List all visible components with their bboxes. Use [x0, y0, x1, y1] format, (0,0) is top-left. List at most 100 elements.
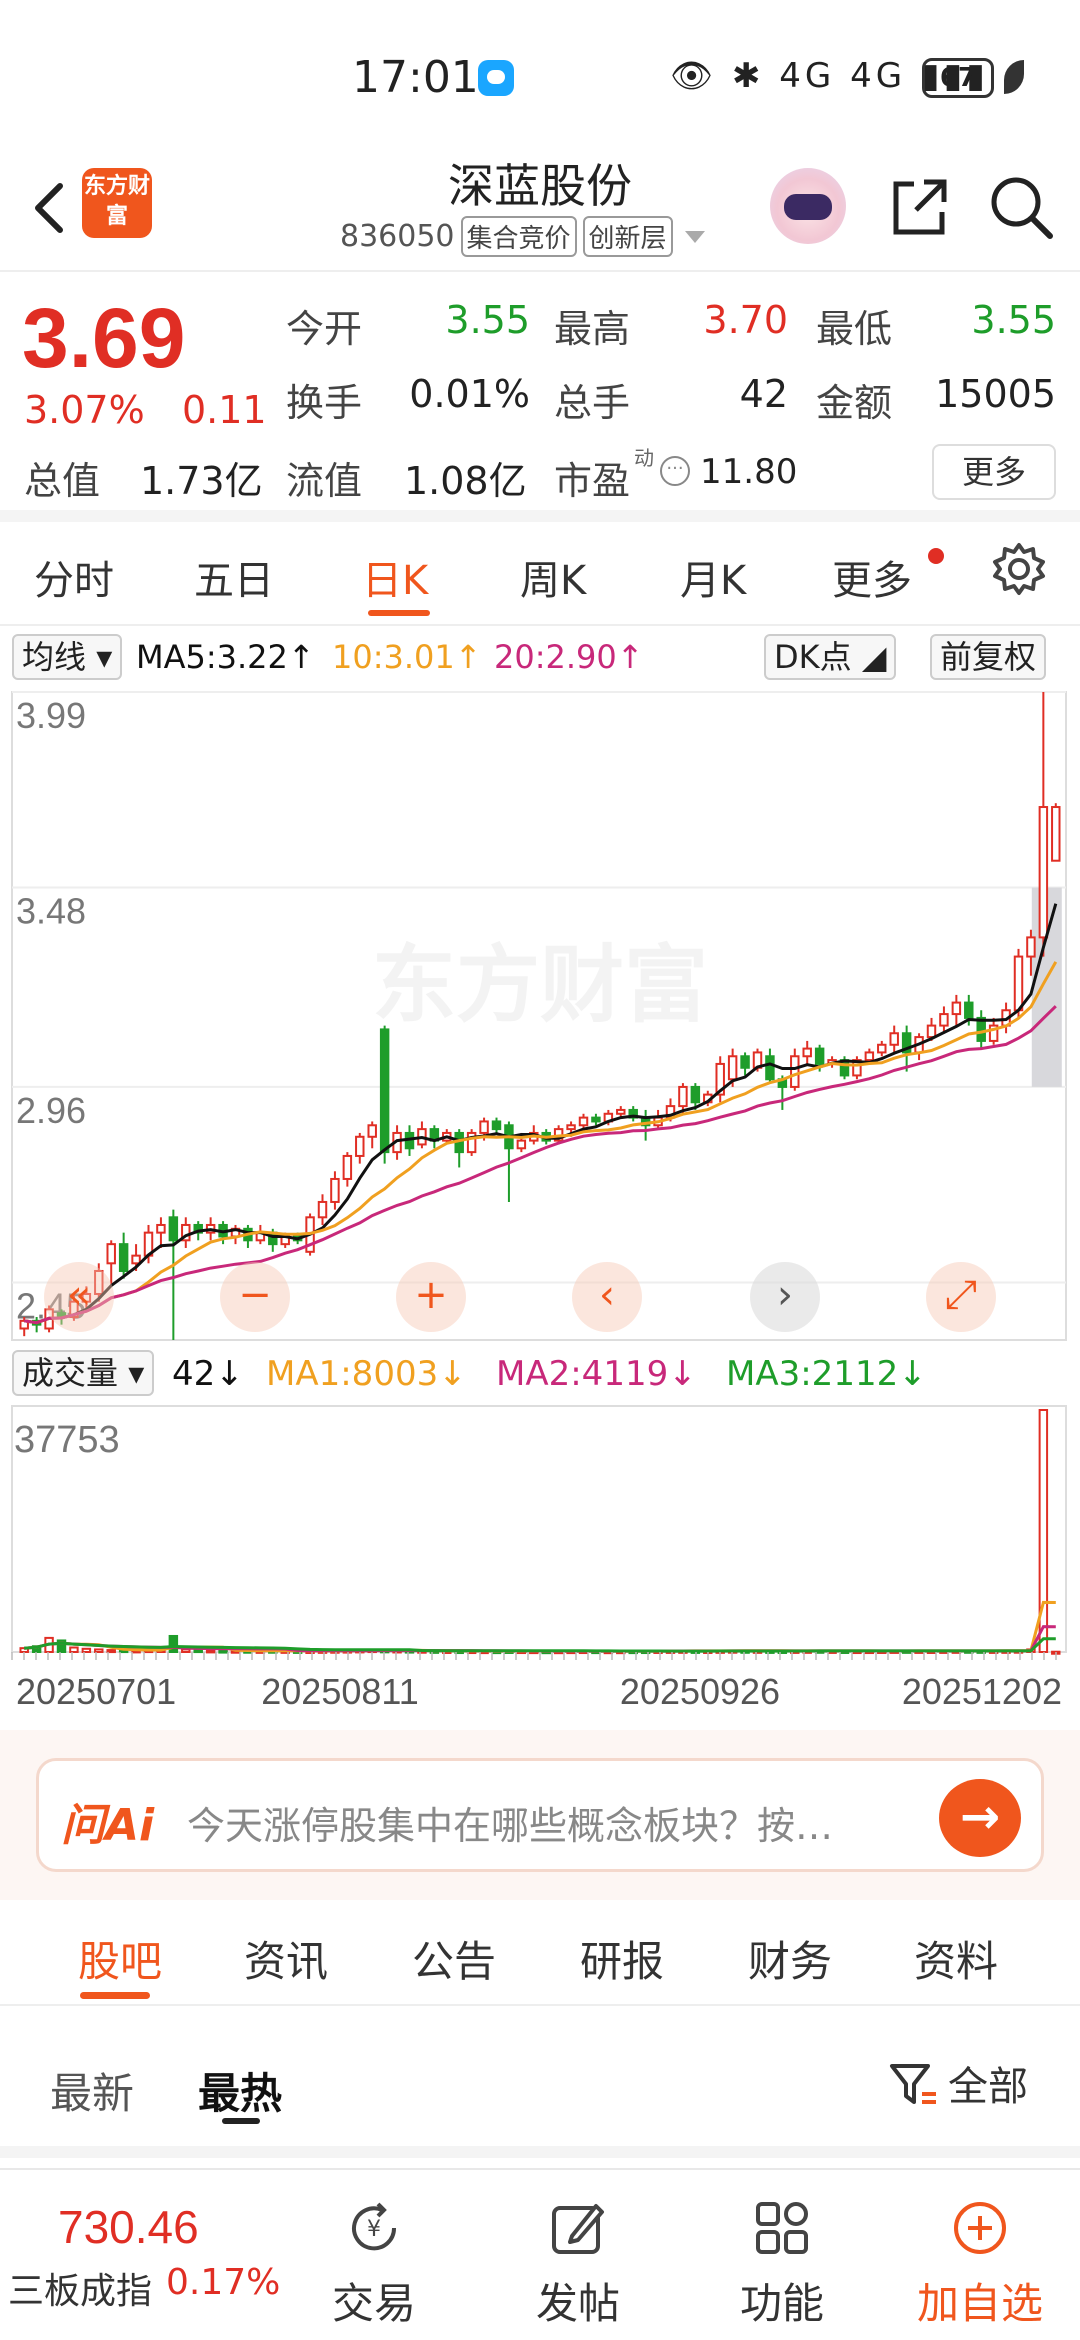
kline-chart[interactable]: 3.993.482.962.45东方财富: [0, 684, 1080, 1344]
candle-body: [740, 1055, 750, 1069]
volume-bar: [218, 1649, 228, 1654]
tab-finance[interactable]: 财务: [748, 1928, 832, 1989]
float-value-label: 流值: [286, 459, 363, 503]
scroll-left-fast-button[interactable]: «: [44, 1262, 114, 1332]
zoom-out-button[interactable]: −: [220, 1262, 290, 1332]
more-quote-button[interactable]: 更多: [932, 444, 1056, 500]
candle-body: [802, 1047, 812, 1058]
index-change: 0.17%: [166, 2262, 281, 2303]
scroll-left-button[interactable]: ‹: [572, 1262, 642, 1332]
volume-bar: [181, 1648, 191, 1653]
tab-weekly-k[interactable]: 周K: [520, 548, 586, 606]
candle-body: [727, 1055, 738, 1081]
volume-bar: [205, 1649, 216, 1654]
candle-body: [951, 1001, 962, 1016]
post-button[interactable]: 发帖: [508, 2170, 648, 2340]
quote-label: 总手: [554, 381, 631, 425]
volume-bar: [81, 1647, 92, 1653]
candle-body: [566, 1124, 576, 1131]
vol-ma1: MA1:8003↓: [266, 1354, 467, 1394]
adjust-button[interactable]: 前复权: [930, 634, 1047, 680]
change-percent: 3.07%: [24, 388, 145, 432]
ma-indicator-row: 均线 ▾ MA5:3.22↑ 10:3.01↑ 20:2.90↑ DK点 ◢ 前…: [0, 632, 1080, 684]
search-icon[interactable]: [986, 172, 1056, 242]
add-watchlist-label: 加自选: [916, 2279, 1043, 2328]
candle-body: [864, 1051, 875, 1062]
functions-button[interactable]: 功能: [712, 2170, 852, 2340]
candle-body: [156, 1223, 166, 1234]
quote-label: 最低: [816, 307, 893, 351]
candle-body: [342, 1154, 353, 1180]
share-icon[interactable]: [884, 172, 954, 242]
quote-label: 今开: [286, 307, 363, 351]
candle-body: [1026, 936, 1036, 958]
tab-news[interactable]: 资讯: [244, 1928, 328, 1989]
trade-button[interactable]: ¥ 交易: [304, 2170, 444, 2340]
index-name[interactable]: 三板成指: [8, 2262, 152, 2314]
candle-body: [118, 1243, 129, 1272]
x-tick-label: 20250701: [16, 1671, 176, 1710]
ai-question-bar[interactable]: 问Ai 今天涨停股集中在哪些概念板块？按… →: [36, 1758, 1044, 1872]
candle-body: [330, 1177, 340, 1203]
volume-max-label: 37753: [14, 1419, 120, 1461]
info-dots-icon[interactable]: ···: [660, 456, 690, 486]
ai-assistant-avatar[interactable]: [770, 168, 846, 244]
scroll-right-button[interactable]: ›: [750, 1262, 820, 1332]
ma10-value: 10:3.01↑: [332, 638, 482, 676]
candle-body: [1013, 955, 1024, 1012]
sort-hottest[interactable]: 最热: [198, 2060, 282, 2121]
leaf-icon: [1004, 60, 1024, 94]
stock-header: 东方财富 深蓝股份 836050 集合竞价 创新层: [0, 150, 1080, 272]
index-value[interactable]: 730.46: [58, 2200, 199, 2254]
candle-body: [379, 1028, 390, 1154]
candle-body: [168, 1216, 179, 1242]
stock-code-row[interactable]: 836050 集合竞价 创新层: [340, 216, 705, 257]
bottom-toolbar: 730.46 三板成指 0.17% ¥ 交易 发帖 功能 加自选: [0, 2168, 1080, 2340]
sort-latest[interactable]: 最新: [50, 2060, 134, 2121]
yen-cycle-icon: ¥: [352, 2202, 397, 2251]
battery-icon: 67: [922, 58, 994, 98]
active-tab-indicator: [368, 610, 430, 616]
tab-five-day[interactable]: 五日: [194, 548, 274, 606]
tab-intraday[interactable]: 分时: [34, 548, 114, 606]
tag-layer: 创新层: [582, 216, 673, 257]
active-content-tab-indicator: [80, 1992, 150, 1999]
candle-body: [106, 1243, 116, 1265]
candle-body: [367, 1124, 377, 1138]
tab-more[interactable]: 更多: [832, 548, 912, 606]
change-amount: 0.11: [182, 388, 267, 432]
indicator-type-button[interactable]: 均线 ▾: [12, 634, 123, 680]
ai-placeholder: 今天涨停股集中在哪些概念板块？按…: [187, 1804, 834, 1848]
edit-icon: [552, 2204, 604, 2254]
add-watchlist-button[interactable]: 加自选: [910, 2170, 1050, 2340]
message-notification-icon: [478, 60, 514, 96]
functions-label: 功能: [739, 2279, 824, 2328]
tab-daily-k[interactable]: 日K: [362, 548, 428, 606]
dk-point-button[interactable]: DK点 ◢: [764, 634, 897, 680]
filter-label[interactable]: 全部: [948, 2054, 1028, 2112]
chart-period-tabs: 分时 五日 日K 周K 月K 更多: [0, 522, 1080, 626]
candle-body: [765, 1055, 775, 1081]
candle-body: [131, 1254, 141, 1265]
tab-research[interactable]: 研报: [580, 1928, 664, 1989]
quote-value: 42: [739, 372, 788, 416]
volume-type-button[interactable]: 成交量 ▾: [12, 1350, 155, 1396]
tab-guba[interactable]: 股吧: [78, 1928, 162, 1989]
candle-body: [790, 1055, 800, 1088]
zoom-in-button[interactable]: +: [396, 1262, 466, 1332]
volume-bar: [69, 1646, 79, 1653]
fullscreen-icon[interactable]: ⤢: [926, 1262, 996, 1332]
vol-ma3: MA3:2112↓: [726, 1354, 927, 1394]
tab-profile[interactable]: 资料: [914, 1928, 998, 1989]
filter-icon[interactable]: [888, 2060, 940, 2112]
candle-body: [939, 1013, 949, 1027]
stock-code: 836050: [340, 219, 455, 254]
pe-dynamic-mark: 动: [634, 446, 654, 470]
tab-announcements[interactable]: 公告: [412, 1928, 496, 1989]
x-tick-label: 20250926: [620, 1671, 780, 1710]
tab-monthly-k[interactable]: 月K: [680, 548, 746, 606]
tag-auction: 集合竞价: [460, 216, 577, 257]
gear-icon[interactable]: [990, 540, 1048, 598]
volume-chart[interactable]: 37753 20250701 20250811 20250926 20251202: [0, 1400, 1080, 1710]
arrow-right-icon[interactable]: →: [939, 1779, 1021, 1857]
